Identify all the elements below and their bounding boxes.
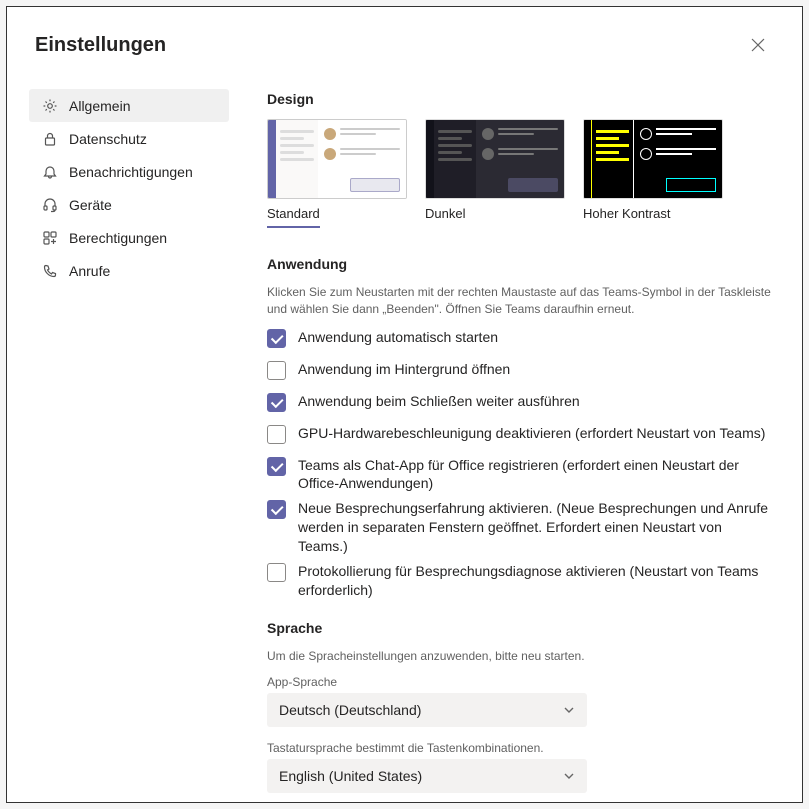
sidebar-item-privacy[interactable]: Datenschutz	[29, 122, 229, 155]
checkbox-label: Teams als Chat-App für Office registrier…	[298, 456, 772, 494]
app-language-value: Deutsch (Deutschland)	[279, 702, 421, 718]
bell-icon	[41, 163, 59, 181]
theme-picker: Standard Dunk	[267, 119, 772, 228]
language-section-title: Sprache	[267, 620, 772, 636]
design-section-title: Design	[267, 91, 772, 107]
close-icon	[751, 38, 765, 52]
keyboard-language-select[interactable]: English (United States)	[267, 759, 587, 793]
sidebar-item-label: Allgemein	[69, 98, 130, 114]
checkbox-label: Neue Besprechungserfahrung aktivieren. (…	[298, 499, 772, 556]
settings-sidebar: Allgemein Datenschutz Benachrichtigungen…	[7, 71, 237, 802]
apps-icon	[41, 229, 59, 247]
sidebar-item-label: Anrufe	[69, 263, 110, 279]
application-hint: Klicken Sie zum Neustarten mit der recht…	[267, 284, 772, 318]
option-keep-running: Anwendung beim Schließen weiter ausführe…	[267, 392, 772, 412]
language-hint: Um die Spracheinstellungen anzuwenden, b…	[267, 648, 772, 665]
chevron-down-icon	[563, 704, 575, 716]
checkbox-open-background[interactable]	[267, 361, 286, 380]
theme-high-contrast[interactable]: Hoher Kontrast	[583, 119, 723, 228]
settings-modal: Einstellungen Allgemein Datenschutz	[6, 6, 803, 803]
modal-header: Einstellungen	[7, 7, 802, 71]
gear-icon	[41, 97, 59, 115]
option-register-chat: Teams als Chat-App für Office registrier…	[267, 456, 772, 494]
sidebar-item-label: Berechtigungen	[69, 230, 167, 246]
sidebar-item-label: Geräte	[69, 197, 112, 213]
checkbox-diag-logging[interactable]	[267, 563, 286, 582]
option-diag-logging: Protokollierung für Besprechungsdiagnose…	[267, 562, 772, 600]
option-open-background: Anwendung im Hintergrund öffnen	[267, 360, 772, 380]
keyboard-language-label: Tastatursprache bestimmt die Tastenkombi…	[267, 741, 772, 755]
checkbox-label: GPU-Hardwarebeschleunigung deaktivieren …	[298, 424, 765, 443]
theme-dark-preview	[425, 119, 565, 199]
modal-title: Einstellungen	[35, 34, 166, 57]
theme-label: Hoher Kontrast	[583, 206, 670, 221]
checkbox-register-chat[interactable]	[267, 457, 286, 476]
theme-standard-preview	[267, 119, 407, 199]
phone-icon	[41, 262, 59, 280]
sidebar-item-notifications[interactable]: Benachrichtigungen	[29, 155, 229, 188]
checkbox-keep-running[interactable]	[267, 393, 286, 412]
option-disable-gpu: GPU-Hardwarebeschleunigung deaktivieren …	[267, 424, 772, 444]
sidebar-item-label: Datenschutz	[69, 131, 147, 147]
theme-label: Standard	[267, 206, 320, 221]
checkbox-new-meeting[interactable]	[267, 500, 286, 519]
settings-content: Design Standard	[237, 71, 802, 802]
app-language-label: App-Sprache	[267, 675, 772, 689]
language-section: Sprache Um die Spracheinstellungen anzuw…	[267, 620, 772, 793]
option-new-meeting: Neue Besprechungserfahrung aktivieren. (…	[267, 499, 772, 556]
headset-icon	[41, 196, 59, 214]
app-language-select[interactable]: Deutsch (Deutschland)	[267, 693, 587, 727]
theme-dark[interactable]: Dunkel	[425, 119, 565, 228]
lock-icon	[41, 130, 59, 148]
checkbox-label: Protokollierung für Besprechungsdiagnose…	[298, 562, 772, 600]
modal-body: Allgemein Datenschutz Benachrichtigungen…	[7, 71, 802, 802]
chevron-down-icon	[563, 770, 575, 782]
sidebar-item-label: Benachrichtigungen	[69, 164, 193, 180]
theme-hc-preview	[583, 119, 723, 199]
application-section: Anwendung Klicken Sie zum Neustarten mit…	[267, 256, 772, 600]
sidebar-item-calls[interactable]: Anrufe	[29, 254, 229, 287]
application-section-title: Anwendung	[267, 256, 772, 272]
keyboard-language-value: English (United States)	[279, 768, 422, 784]
checkbox-autostart[interactable]	[267, 329, 286, 348]
close-button[interactable]	[742, 29, 774, 61]
checkbox-label: Anwendung automatisch starten	[298, 328, 498, 347]
checkbox-disable-gpu[interactable]	[267, 425, 286, 444]
sidebar-item-permissions[interactable]: Berechtigungen	[29, 221, 229, 254]
checkbox-label: Anwendung beim Schließen weiter ausführe…	[298, 392, 580, 411]
checkbox-label: Anwendung im Hintergrund öffnen	[298, 360, 510, 379]
sidebar-item-general[interactable]: Allgemein	[29, 89, 229, 122]
option-autostart: Anwendung automatisch starten	[267, 328, 772, 348]
theme-label: Dunkel	[425, 206, 465, 221]
sidebar-item-devices[interactable]: Geräte	[29, 188, 229, 221]
theme-standard[interactable]: Standard	[267, 119, 407, 228]
